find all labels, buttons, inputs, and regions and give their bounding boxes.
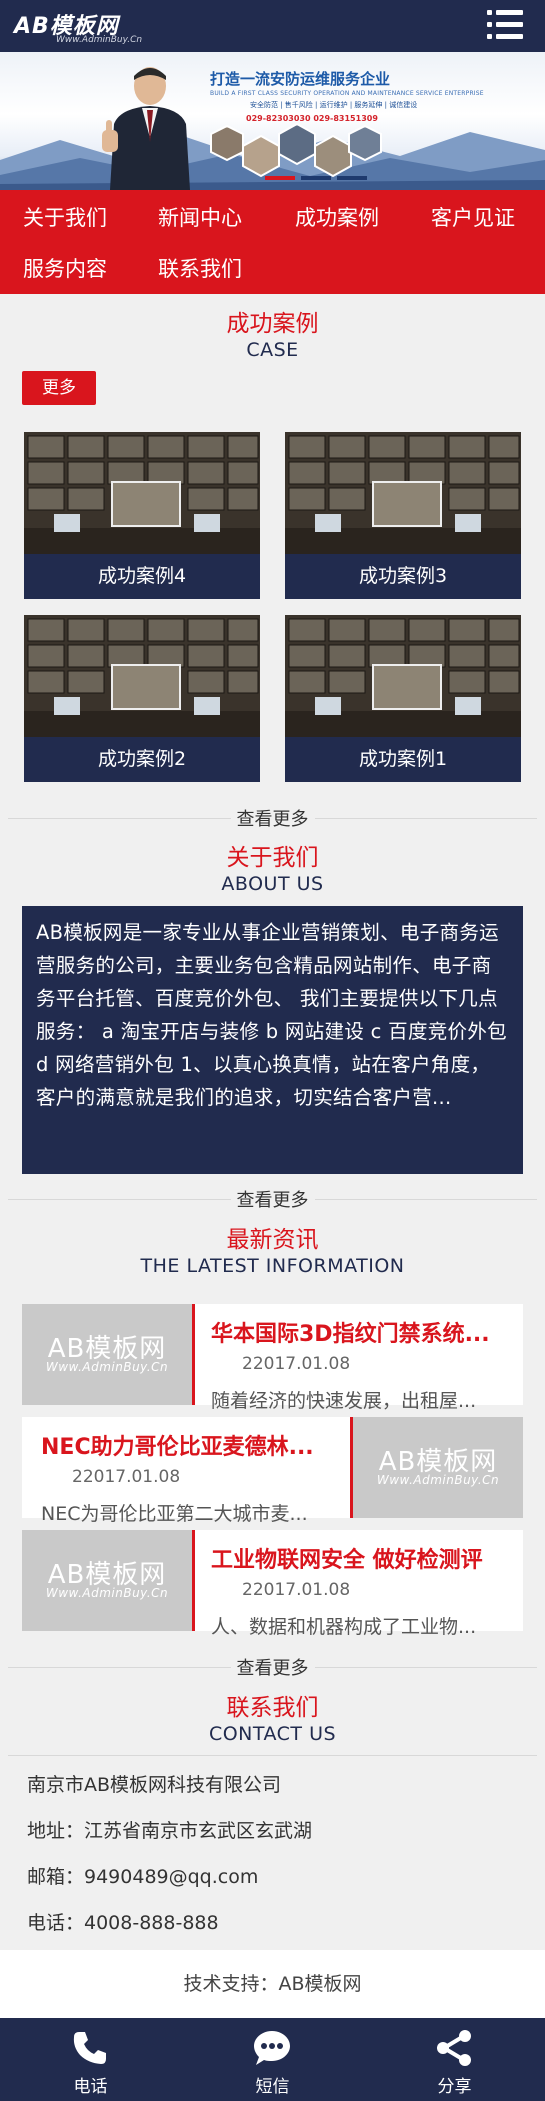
about-title: 关于我们	[226, 845, 319, 871]
phone-tab[interactable]: 电话	[0, 2018, 181, 2101]
hexagon-images-graphic	[210, 122, 382, 180]
case-card[interactable]: 成功案例1	[285, 615, 521, 782]
see-more-label: 查看更多	[230, 1658, 315, 1679]
nav-item-services[interactable]: 服务内容	[23, 253, 107, 283]
contact-subtitle: CONTACT US	[208, 1723, 337, 1745]
case-card[interactable]: 成功案例3	[285, 432, 521, 599]
see-more-label: 查看更多	[230, 809, 315, 830]
case-image	[24, 432, 260, 554]
news-headline: 华本国际3D指纹门禁系统...	[211, 1322, 490, 1347]
banner-title: 打造一流安防运维服务企业	[210, 70, 391, 88]
businessman-image	[102, 67, 190, 190]
case-label: 成功案例4	[24, 554, 260, 599]
nav-item-contact[interactable]: 联系我们	[158, 253, 242, 283]
case-card[interactable]: 成功案例4	[24, 432, 260, 599]
about-subtitle: ABOUT US	[221, 873, 324, 895]
main-nav: 关于我们 新闻中心 成功案例 客户见证 服务内容 联系我们	[0, 190, 545, 294]
logo-subtext: Www.AdminBuy.Cn	[56, 35, 143, 45]
nav-item-cases[interactable]: 成功案例	[295, 202, 379, 232]
top-header: AB模板网 Www.AdminBuy.Cn	[0, 0, 545, 52]
news-date: 22017.01.08	[242, 1580, 351, 1600]
hero-banner[interactable]: 打造一流安防运维服务企业 BUILD A FIRST CLASS SECURIT…	[0, 52, 545, 190]
message-icon	[254, 2031, 290, 2065]
thumbnail-logo-sub: Www.AdminBuy.Cn	[45, 1360, 169, 1374]
phone-icon	[73, 2032, 106, 2064]
contact-company: 南京市AB模板网科技有限公司	[27, 1774, 282, 1796]
news-excerpt: 随着经济的快速发展，出租屋...	[211, 1390, 477, 1412]
cases-title: 成功案例	[226, 311, 319, 337]
message-tab[interactable]: 短信	[182, 2018, 363, 2101]
case-label: 成功案例3	[285, 554, 521, 599]
share-tab[interactable]: 分享	[364, 2018, 545, 2101]
hamburger-menu-icon[interactable]	[487, 9, 523, 41]
share-icon	[437, 2030, 471, 2066]
cases-more-button[interactable]: 更多	[22, 371, 96, 405]
contact-phone[interactable]: 电话：4008-888-888	[27, 1908, 219, 1935]
case-label: 成功案例1	[285, 737, 521, 782]
case-label: 成功案例2	[24, 737, 260, 782]
news-see-more-link[interactable]: 查看更多	[0, 1652, 545, 1682]
news-headline: NEC助力哥伦比亚麦德林...	[41, 1435, 314, 1460]
contact-email[interactable]: 邮箱：9490489@qq.com	[27, 1862, 258, 1889]
news-thumbnail: AB模板网 Www.AdminBuy.Cn	[22, 1530, 192, 1631]
news-item[interactable]: NEC助力哥伦比亚麦德林... 22017.01.08 NEC为哥伦比亚第二大城…	[22, 1417, 523, 1525]
banner-tags: 安全防范 | 售千风险 | 运行维护 | 服务延伸 | 诚信建设	[250, 101, 418, 109]
contact-address: 地址：江苏省南京市玄武区玄武湖	[27, 1820, 313, 1842]
about-see-more-link[interactable]: 查看更多	[0, 1184, 545, 1214]
news-thumbnail: AB模板网 Www.AdminBuy.Cn	[22, 1304, 192, 1405]
news-accent-line	[192, 1304, 195, 1405]
nav-item-news[interactable]: 新闻中心	[158, 202, 242, 232]
case-image	[285, 615, 521, 737]
news-title: 最新资讯	[226, 1227, 319, 1253]
site-logo[interactable]: AB模板网 Www.AdminBuy.Cn	[14, 8, 164, 45]
case-image	[24, 615, 260, 737]
case-card[interactable]: 成功案例2	[24, 615, 260, 782]
cases-see-more-link[interactable]: 查看更多	[0, 803, 545, 833]
phone-tab-label: 电话	[73, 2077, 108, 2097]
news-date: 22017.01.08	[72, 1467, 181, 1487]
news-date: 22017.01.08	[242, 1354, 351, 1374]
news-item[interactable]: AB模板网 Www.AdminBuy.Cn 工业物联网安全 做好检测评 2201…	[22, 1530, 523, 1638]
news-excerpt: 人、数据和机器构成了工业物...	[211, 1616, 477, 1638]
thumbnail-logo-sub: Www.AdminBuy.Cn	[45, 1586, 169, 1600]
see-more-label: 查看更多	[230, 1190, 315, 1211]
bottom-action-bar: 电话 短信 分享	[0, 2018, 545, 2101]
banner-subtitle: BUILD A FIRST CLASS SECURITY OPERATION A…	[210, 90, 484, 97]
nav-item-clients[interactable]: 客户见证	[431, 202, 515, 232]
message-tab-label: 短信	[255, 2077, 290, 2097]
case-image	[285, 432, 521, 554]
news-accent-line	[192, 1530, 195, 1631]
cases-subtitle: CASE	[246, 339, 299, 361]
nav-item-about[interactable]: 关于我们	[23, 202, 107, 232]
thumbnail-logo-sub: Www.AdminBuy.Cn	[376, 1473, 500, 1487]
tech-support: 技术支持：AB模板网	[0, 1950, 545, 2018]
divider	[8, 1755, 537, 1756]
news-subtitle: THE LATEST INFORMATION	[140, 1255, 405, 1277]
about-text: AB模板网是一家专业从事企业营销策划、电子商务运营服务的公司，主要业务包含精品网…	[22, 906, 523, 1174]
share-tab-label: 分享	[437, 2077, 472, 2097]
news-headline: 工业物联网安全 做好检测评	[211, 1548, 483, 1573]
contact-title: 联系我们	[226, 1695, 319, 1721]
news-thumbnail: AB模板网 Www.AdminBuy.Cn	[353, 1417, 523, 1518]
news-excerpt: NEC为哥伦比亚第二大城市麦...	[41, 1503, 308, 1525]
news-item[interactable]: AB模板网 Www.AdminBuy.Cn 华本国际3D指纹门禁系统... 22…	[22, 1304, 523, 1412]
